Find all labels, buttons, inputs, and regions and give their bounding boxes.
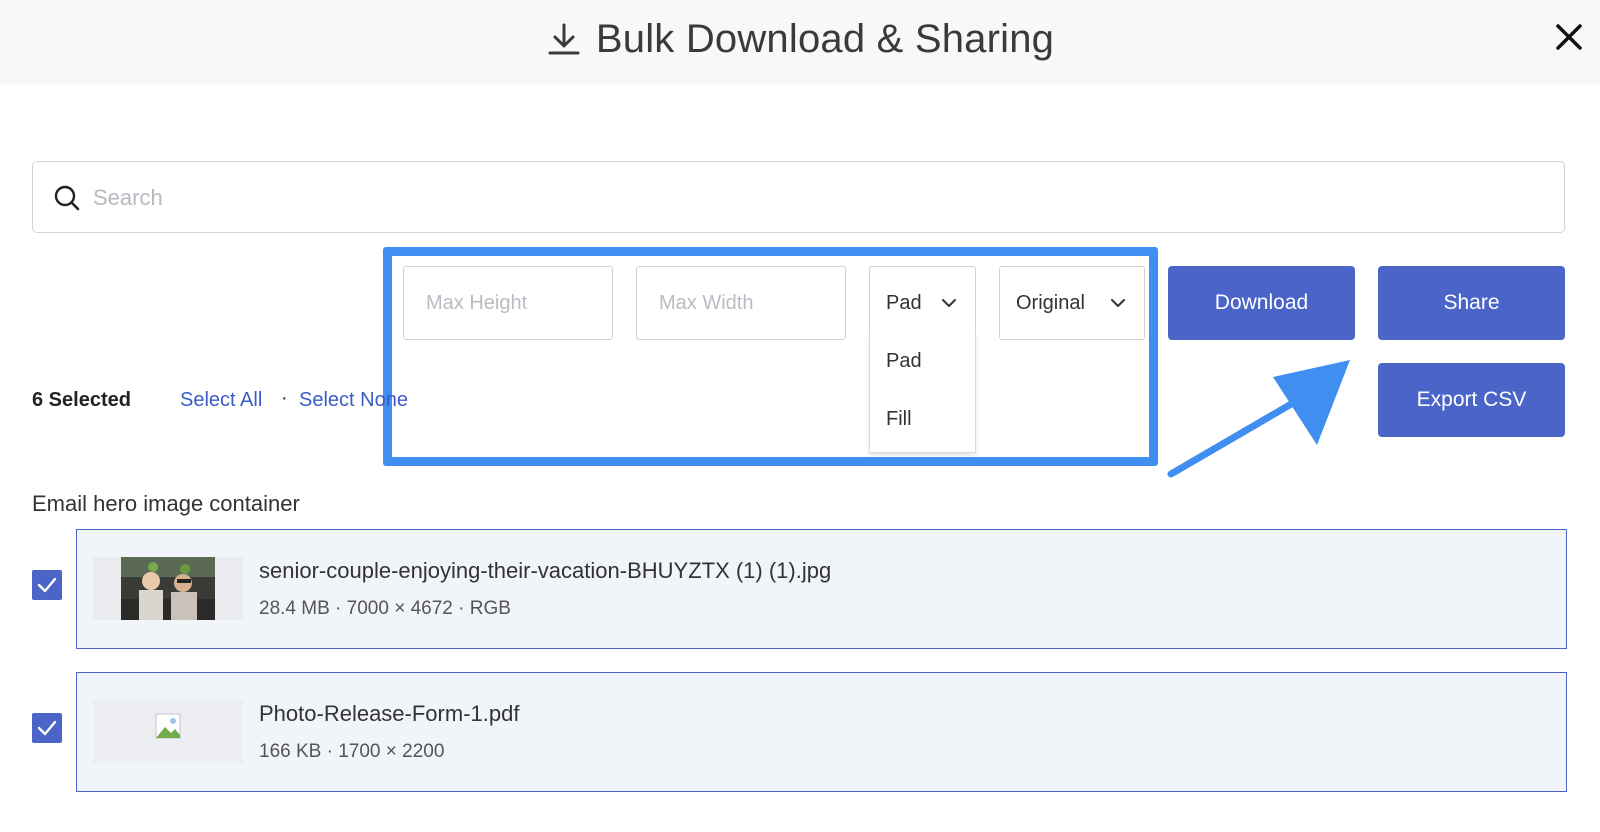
highlight-annotation-box <box>383 247 1158 466</box>
close-icon[interactable] <box>1552 20 1586 54</box>
export-csv-button[interactable]: Export CSV <box>1378 363 1565 437</box>
file-name: Photo-Release-Form-1.pdf <box>259 701 520 726</box>
file-row[interactable]: Photo-Release-Form-1.pdf 166 KB · 1700 ×… <box>76 672 1567 792</box>
modal-title-group: Bulk Download & Sharing <box>0 0 1600 78</box>
selected-count: 6 Selected <box>32 389 131 411</box>
file-thumbnail <box>93 700 243 763</box>
annotation-arrow <box>1167 360 1350 478</box>
search-icon <box>53 184 81 212</box>
search-bar <box>32 161 1565 233</box>
select-none-link[interactable]: Select None <box>299 389 408 412</box>
file-checkbox[interactable] <box>32 713 62 743</box>
group-title: Email hero image container <box>32 491 300 516</box>
file-thumbnail <box>93 557 243 620</box>
selection-separator: · <box>281 387 288 409</box>
file-name: senior-couple-enjoying-their-vacation-BH… <box>259 558 832 583</box>
checkmark-icon <box>37 577 57 593</box>
checkmark-icon <box>37 720 57 736</box>
modal-title: Bulk Download & Sharing <box>595 16 1055 61</box>
download-button[interactable]: Download <box>1168 266 1355 340</box>
search-input[interactable] <box>91 172 1545 224</box>
select-all-link[interactable]: Select All <box>180 389 262 412</box>
file-row[interactable]: senior-couple-enjoying-their-vacation-BH… <box>76 529 1567 649</box>
file-meta: 166 KB · 1700 × 2200 <box>259 741 445 762</box>
modal-header: Bulk Download & Sharing <box>0 0 1600 84</box>
file-meta: 28.4 MB · 7000 × 4672 · RGB <box>259 598 511 619</box>
broken-image-icon <box>155 713 181 739</box>
photo-thumbnail-image <box>121 557 215 620</box>
download-icon <box>546 21 582 57</box>
share-button[interactable]: Share <box>1378 266 1565 340</box>
file-checkbox[interactable] <box>32 570 62 600</box>
